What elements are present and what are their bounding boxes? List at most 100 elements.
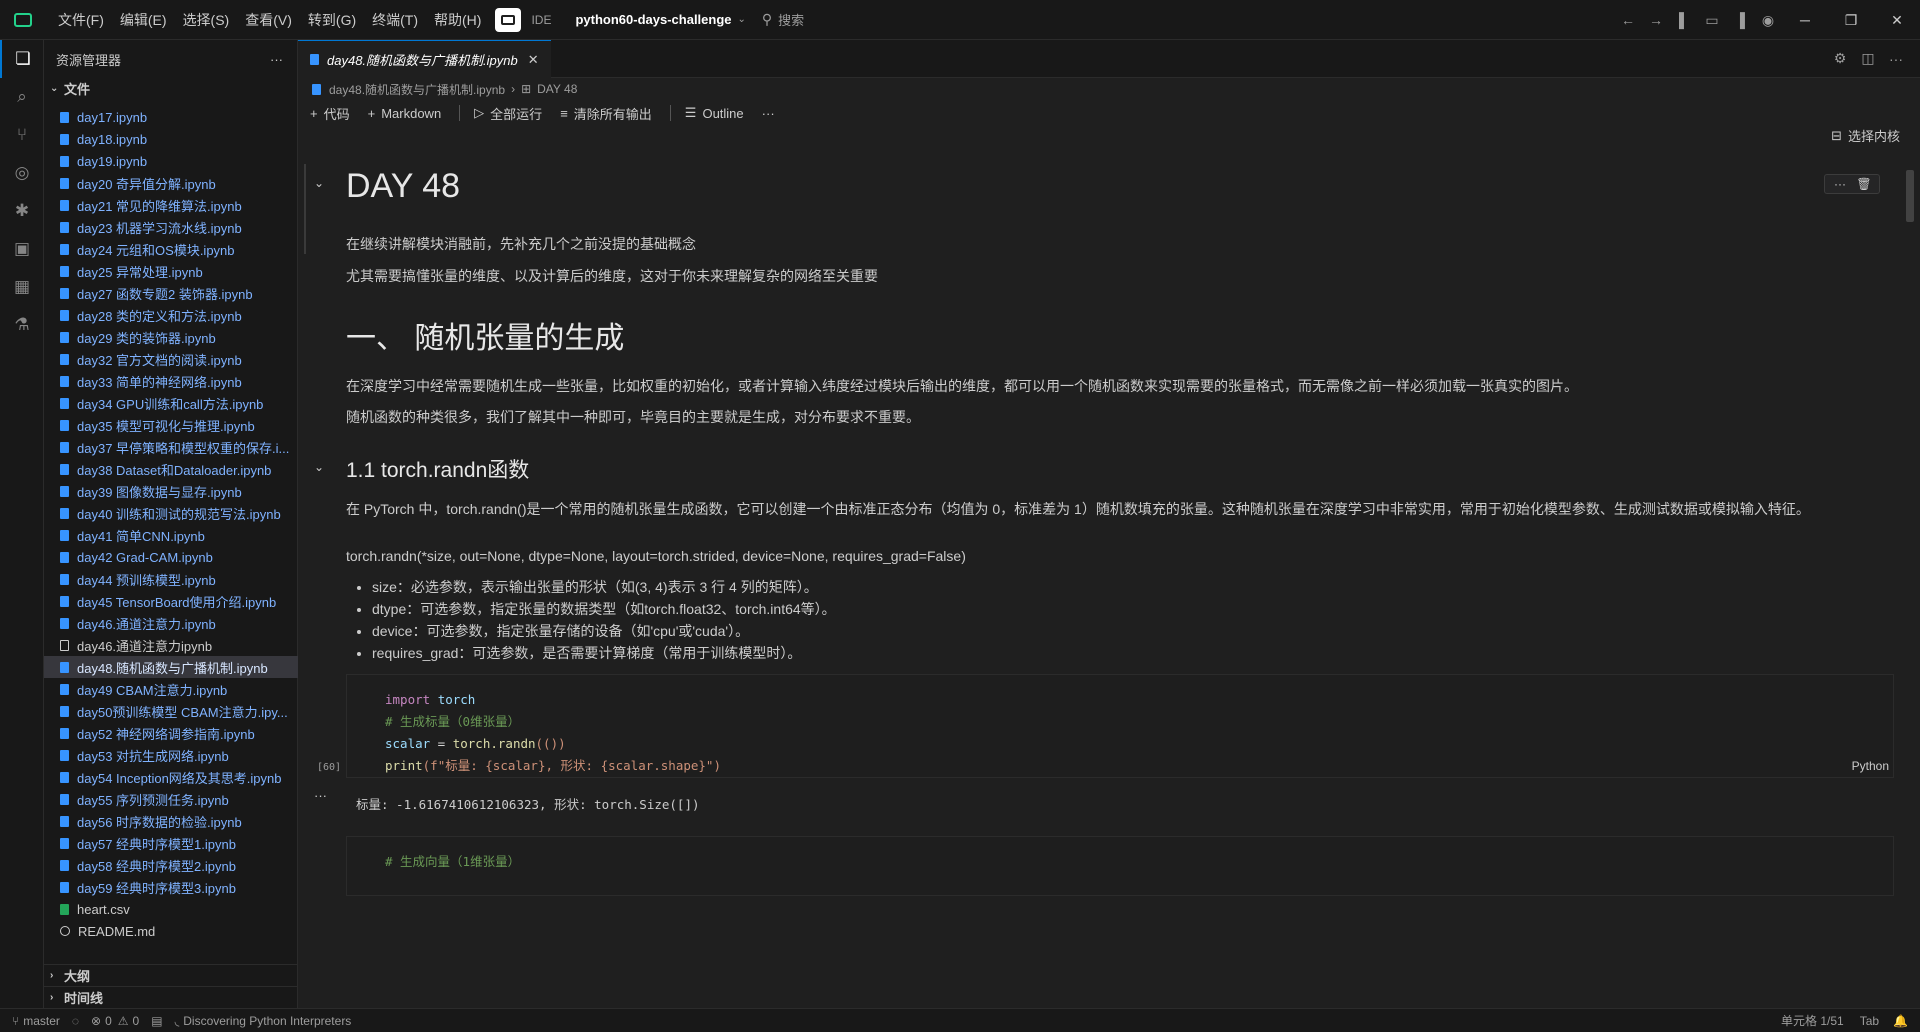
restore-icon[interactable]: ❐ bbox=[1828, 12, 1874, 29]
more-actions-icon[interactable]: ··· bbox=[1882, 51, 1910, 67]
forward-arrow-icon[interactable]: → bbox=[1642, 12, 1670, 28]
add-code-cell-button[interactable]: + 代码 bbox=[310, 104, 350, 123]
kernel-picker[interactable]: ⊟ 选择内核 bbox=[1831, 126, 1900, 145]
project-selector[interactable]: python60-days-challenge bbox=[575, 12, 731, 27]
collapse-chevron-icon[interactable]: ⌄ bbox=[314, 176, 324, 190]
testing-flask-icon[interactable]: ⚗ bbox=[0, 306, 44, 344]
menu-help[interactable]: 帮助(H) bbox=[426, 0, 489, 40]
file-item[interactable]: day35 模型可视化与推理.ipynb bbox=[44, 414, 298, 436]
code-editor[interactable]: # 生成向量（1维张量） bbox=[347, 837, 1893, 873]
file-item[interactable]: day29 类的装饰器.ipynb bbox=[44, 326, 298, 348]
file-item[interactable]: README.md bbox=[44, 920, 298, 942]
toggle-panel-icon[interactable]: ▭ bbox=[1698, 12, 1726, 29]
file-item[interactable]: day49 CBAM注意力.ipynb bbox=[44, 678, 298, 700]
file-item[interactable]: day59 经典时序模型3.ipynb bbox=[44, 876, 298, 898]
file-item[interactable]: day32 官方文档的阅读.ipynb bbox=[44, 348, 298, 370]
settings-gear-icon[interactable]: ⚙ bbox=[1826, 50, 1854, 67]
file-item[interactable]: day46.通道注意力.ipynb bbox=[44, 612, 298, 634]
output-more-icon[interactable]: ··· bbox=[314, 788, 327, 803]
branch-indicator[interactable]: ⑂ master bbox=[12, 1014, 60, 1028]
ide-toggle[interactable]: IDE bbox=[495, 6, 551, 34]
file-item[interactable]: day53 对抗生成网络.ipynb bbox=[44, 744, 298, 766]
file-item[interactable]: day38 Dataset和Dataloader.ipynb bbox=[44, 458, 298, 480]
problems-indicator[interactable]: ⊗ 0 ⚠ 0 bbox=[91, 1014, 139, 1028]
file-item[interactable]: day34 GPU训练和call方法.ipynb bbox=[44, 392, 298, 414]
file-item[interactable]: day54 Inception网络及其思考.ipynb bbox=[44, 766, 298, 788]
add-markdown-cell-button[interactable]: + Markdown bbox=[368, 106, 442, 121]
sync-indicator[interactable]: ◌ bbox=[72, 1014, 79, 1028]
file-item[interactable]: day39 图像数据与显存.ipynb bbox=[44, 480, 298, 502]
file-item[interactable]: day56 时序数据的检验.ipynb bbox=[44, 810, 298, 832]
editor-scrollbar[interactable] bbox=[1906, 170, 1914, 222]
file-item[interactable]: day44 预训练模型.ipynb bbox=[44, 568, 298, 590]
file-item[interactable]: day55 序列预测任务.ipynb bbox=[44, 788, 298, 810]
indentation[interactable]: Tab bbox=[1860, 1014, 1879, 1028]
breadcrumb-section[interactable]: DAY 48 bbox=[537, 82, 577, 96]
notification-bell-icon[interactable]: 🔔 bbox=[1893, 1014, 1908, 1028]
menu-go[interactable]: 转到(G) bbox=[300, 0, 364, 40]
file-item[interactable]: day28 类的定义和方法.ipynb bbox=[44, 304, 298, 326]
menu-view[interactable]: 查看(V) bbox=[237, 0, 300, 40]
folder-section[interactable]: ⌄ 文件 bbox=[44, 78, 297, 98]
cell-position[interactable]: 单元格 1/51 bbox=[1781, 1012, 1844, 1029]
menu-selection[interactable]: 选择(S) bbox=[175, 0, 238, 40]
tab-notebook[interactable]: day48.随机函数与广播机制.ipynb ✕ bbox=[298, 40, 551, 78]
extensions-icon[interactable]: ▦ bbox=[0, 268, 44, 306]
back-arrow-icon[interactable]: ← bbox=[1614, 12, 1642, 28]
outline-section[interactable]: › 大纲 bbox=[44, 964, 298, 986]
search-icon[interactable]: ⚲ bbox=[762, 11, 772, 28]
ports-indicator[interactable]: ▤ bbox=[151, 1014, 162, 1028]
file-item[interactable]: day41 简单CNN.ipynb bbox=[44, 524, 298, 546]
file-item[interactable]: day46.通道注意力ipynb bbox=[44, 634, 298, 656]
code-cell[interactable]: # 生成向量（1维张量） bbox=[346, 836, 1894, 896]
file-item[interactable]: day19.ipynb bbox=[44, 150, 298, 172]
split-editor-icon[interactable]: ◫ bbox=[1854, 50, 1882, 67]
account-icon[interactable]: ◉ bbox=[1754, 12, 1782, 29]
toolbar-more-button[interactable]: ··· bbox=[762, 106, 775, 121]
file-item[interactable]: day50预训练模型 CBAM注意力.ipy... bbox=[44, 700, 298, 722]
menu-terminal[interactable]: 终端(T) bbox=[364, 0, 426, 40]
file-item[interactable]: day40 训练和测试的规范写法.ipynb bbox=[44, 502, 298, 524]
file-item[interactable]: day48.随机函数与广播机制.ipynb bbox=[44, 656, 298, 678]
run-all-button[interactable]: ▷ 全部运行 bbox=[474, 104, 542, 123]
close-window-icon[interactable]: ✕ bbox=[1874, 12, 1920, 29]
file-item[interactable]: day18.ipynb bbox=[44, 128, 298, 150]
collapse-chevron-icon[interactable]: ⌄ bbox=[314, 460, 324, 474]
explorer-icon[interactable]: ❏ bbox=[0, 40, 44, 78]
file-item[interactable]: day21 常见的降维算法.ipynb bbox=[44, 194, 298, 216]
file-item[interactable]: day33 简单的神经网络.ipynb bbox=[44, 370, 298, 392]
toggle-secondary-sidebar-icon[interactable]: ▐ bbox=[1726, 12, 1754, 28]
file-item[interactable]: heart.csv bbox=[44, 898, 298, 920]
search-view-icon[interactable]: ⌕ bbox=[0, 78, 44, 116]
menu-file[interactable]: 文件(F) bbox=[50, 0, 112, 40]
preview-eye-icon[interactable]: ◎ bbox=[0, 154, 44, 192]
file-item[interactable]: day17.ipynb bbox=[44, 106, 298, 128]
file-item[interactable]: day45 TensorBoard使用介绍.ipynb bbox=[44, 590, 298, 612]
command-search[interactable]: 搜索 bbox=[778, 10, 804, 29]
minimize-icon[interactable]: ─ bbox=[1782, 12, 1828, 28]
file-item[interactable]: day37 早停策略和模型权重的保存.i... bbox=[44, 436, 298, 458]
more-actions-icon[interactable]: ··· bbox=[270, 52, 283, 67]
file-item[interactable]: day25 异常处理.ipynb bbox=[44, 260, 298, 282]
breadcrumb-file[interactable]: day48.随机函数与广播机制.ipynb bbox=[329, 81, 505, 98]
file-item[interactable]: day42 Grad-CAM.ipynb bbox=[44, 546, 298, 568]
file-item[interactable]: day24 元组和OS模块.ipynb bbox=[44, 238, 298, 260]
clear-all-outputs-button[interactable]: ≡ 清除所有输出 bbox=[560, 104, 652, 123]
file-item[interactable]: day52 神经网络调参指南.ipynb bbox=[44, 722, 298, 744]
timeline-section[interactable]: › 时间线 bbox=[44, 986, 298, 1008]
file-item[interactable]: day27 函数专题2 装饰器.ipynb bbox=[44, 282, 298, 304]
file-item[interactable]: day57 经典时序模型1.ipynb bbox=[44, 832, 298, 854]
file-item[interactable]: day20 奇异值分解.ipynb bbox=[44, 172, 298, 194]
cell-language[interactable]: Python bbox=[1852, 759, 1889, 773]
outline-button[interactable]: ☰ Outline bbox=[685, 105, 744, 121]
close-tab-icon[interactable]: ✕ bbox=[528, 52, 539, 68]
toggle-sidebar-icon[interactable]: ▌ bbox=[1670, 12, 1698, 28]
remote-explorer-icon[interactable]: ▣ bbox=[0, 230, 44, 268]
source-control-icon[interactable]: ⑂ bbox=[0, 116, 44, 154]
file-item[interactable]: day23 机器学习流水线.ipynb bbox=[44, 216, 298, 238]
chevron-down-icon[interactable]: ⌄ bbox=[738, 14, 746, 25]
file-item[interactable]: day58 经典时序模型2.ipynb bbox=[44, 854, 298, 876]
menu-edit[interactable]: 编辑(E) bbox=[112, 0, 175, 40]
code-editor[interactable]: import torch # 生成标量（0维张量） scalar = torch… bbox=[347, 675, 1893, 777]
code-cell[interactable]: import torch # 生成标量（0维张量） scalar = torch… bbox=[317, 674, 1894, 778]
